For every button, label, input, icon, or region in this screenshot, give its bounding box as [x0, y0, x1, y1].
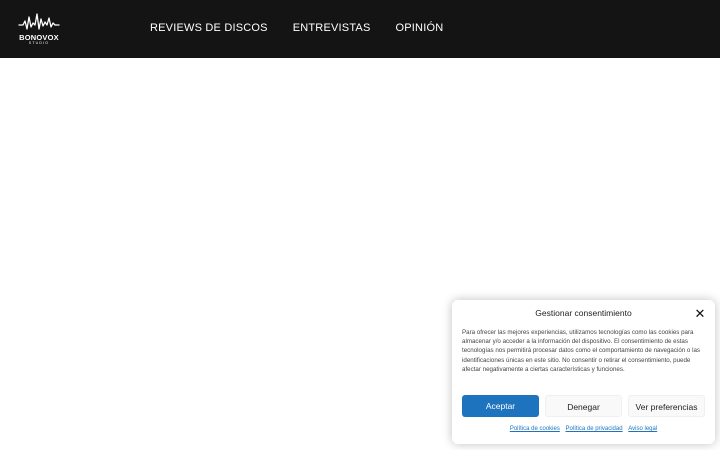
close-icon[interactable]: ✕	[693, 307, 707, 321]
site-logo[interactable]: BONOVOX STUDIO	[18, 11, 62, 45]
nav-item-reviews[interactable]: REVIEWS DE DISCOS	[150, 22, 268, 35]
deny-button[interactable]: Denegar	[545, 395, 622, 417]
privacy-policy-link[interactable]: Política de privacidad	[566, 426, 623, 432]
consent-title: Gestionar consentimiento	[535, 308, 632, 318]
consent-links: Política de cookies Política de privacid…	[452, 426, 715, 432]
legal-notice-link[interactable]: Aviso legal	[628, 426, 657, 432]
consent-text: Para ofrecer las mejores experiencias, u…	[462, 329, 701, 373]
cookie-consent-dialog: Gestionar consentimiento ✕ Para ofrecer …	[452, 300, 715, 444]
main-nav: REVIEWS DE DISCOS ENTREVISTAS OPINIÓN	[150, 22, 468, 35]
cookies-policy-link[interactable]: Política de cookies	[510, 426, 560, 432]
accept-button[interactable]: Aceptar	[462, 395, 539, 417]
nav-item-opinion[interactable]: OPINIÓN	[396, 22, 444, 35]
logo-subtitle: STUDIO	[28, 41, 50, 45]
site-header: BONOVOX STUDIO REVIEWS DE DISCOS ENTREVI…	[0, 0, 720, 58]
waveform-icon	[18, 13, 60, 30]
view-preferences-button[interactable]: Ver preferencias	[628, 395, 705, 417]
nav-item-entrevistas[interactable]: ENTREVISTAS	[293, 22, 371, 35]
